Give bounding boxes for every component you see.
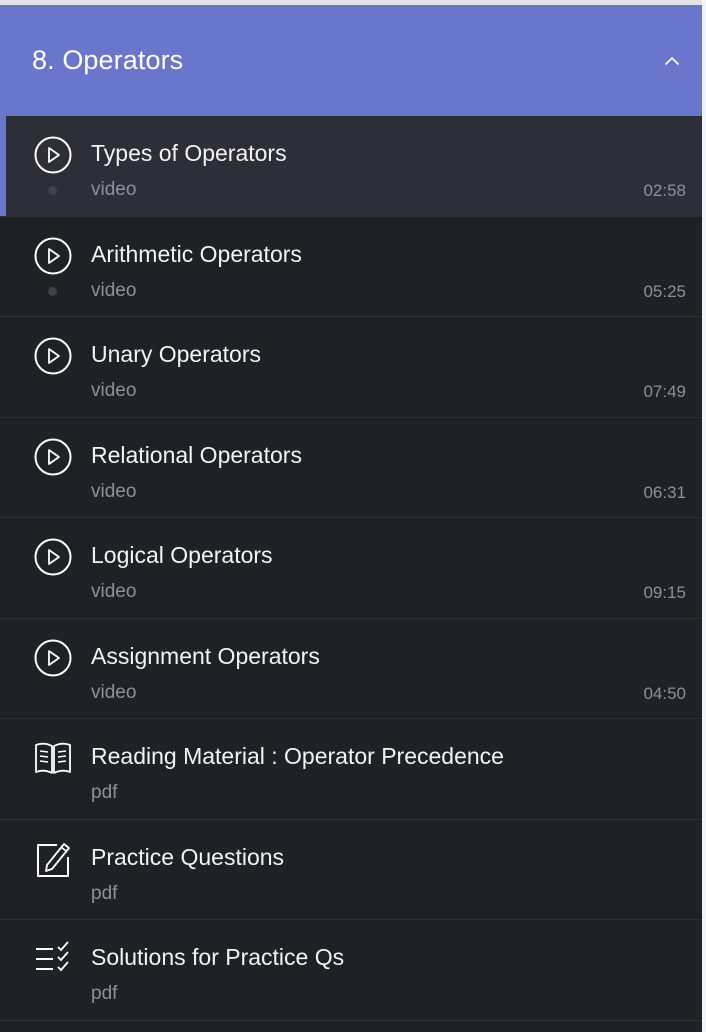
lesson-item[interactable]: Unary Operators video 07:49 [0, 317, 702, 418]
lesson-duration: 02:58 [643, 181, 686, 200]
progress-dot [48, 286, 57, 296]
lesson-title: Logical Operators [91, 542, 273, 568]
chevron-up-icon[interactable] [662, 51, 682, 71]
lesson-item[interactable]: Logical Operators video 09:15 [0, 518, 702, 619]
lesson-duration: 07:49 [643, 382, 686, 401]
lesson-type: video [91, 581, 137, 602]
play-circle-icon [33, 537, 73, 577]
play-circle-icon [33, 638, 73, 678]
lesson-type: pdf [91, 983, 118, 1004]
section-title: 8. Operators [32, 45, 184, 75]
lesson-title: Types of Operators [91, 140, 287, 166]
course-section-panel: 8. Operators Types of Operators video 02… [0, 0, 702, 1032]
lesson-duration: 06:31 [643, 482, 686, 502]
play-circle-icon [33, 437, 73, 477]
lesson-type: video [91, 279, 137, 301]
lesson-duration: 04:50 [643, 683, 686, 703]
lesson-item[interactable]: Relational Operators video 06:31 [0, 418, 702, 518]
open-book-icon [33, 738, 73, 778]
progress-dot [48, 186, 57, 195]
section-header[interactable]: 8. Operators [0, 5, 702, 116]
lesson-item[interactable]: Types of Operators video 02:58 [0, 116, 702, 217]
lesson-title: Relational Operators [91, 441, 302, 468]
checklist-icon [33, 939, 73, 979]
lesson-type: video [91, 179, 137, 200]
lesson-title: Unary Operators [91, 341, 262, 367]
lesson-type: video [91, 380, 137, 401]
lesson-title: Assignment Operators [91, 642, 320, 669]
lesson-item[interactable]: Solutions for Practice Qs pdf [0, 920, 702, 1021]
play-circle-icon [33, 236, 73, 276]
lesson-title: Reading Material : Operator Precedence [91, 743, 504, 769]
play-circle-icon [33, 135, 73, 175]
scrollbar-track[interactable] [702, 110, 706, 1032]
lesson-type: video [91, 480, 137, 502]
notepad-pencil-icon [33, 839, 73, 879]
lesson-item[interactable]: Reading Material : Operator Precedence p… [0, 719, 702, 820]
lesson-duration: 05:25 [643, 281, 686, 301]
lesson-item[interactable]: Practice Questions pdf [0, 820, 702, 920]
lesson-list: Types of Operators video 02:58 Arithmeti… [0, 116, 702, 1021]
lesson-duration: 09:15 [643, 583, 686, 602]
lesson-title: Solutions for Practice Qs [91, 944, 345, 970]
active-indicator [0, 116, 6, 216]
play-circle-icon [33, 336, 73, 376]
lesson-item[interactable]: Assignment Operators video 04:50 [0, 619, 702, 719]
lesson-item[interactable]: Arithmetic Operators video 05:25 [0, 217, 702, 317]
lesson-title: Arithmetic Operators [91, 240, 302, 267]
lesson-title: Practice Questions [91, 843, 285, 870]
lesson-type: video [91, 681, 137, 703]
lesson-type: pdf [91, 882, 118, 904]
lesson-type: pdf [91, 782, 118, 803]
